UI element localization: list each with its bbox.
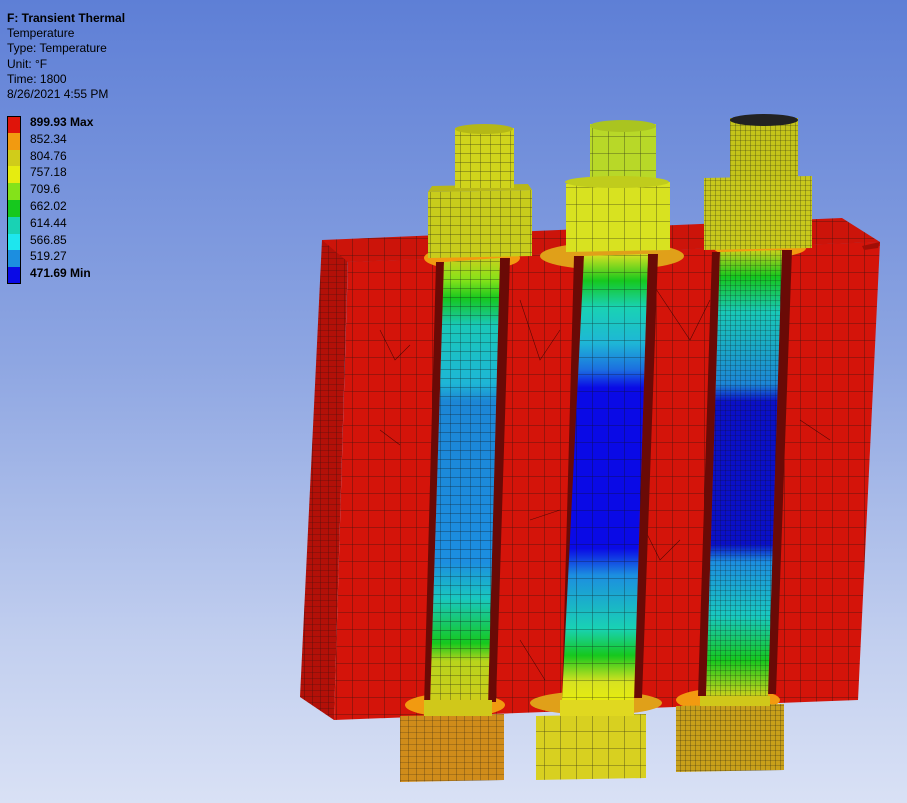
- model-viewport[interactable]: [0, 0, 907, 803]
